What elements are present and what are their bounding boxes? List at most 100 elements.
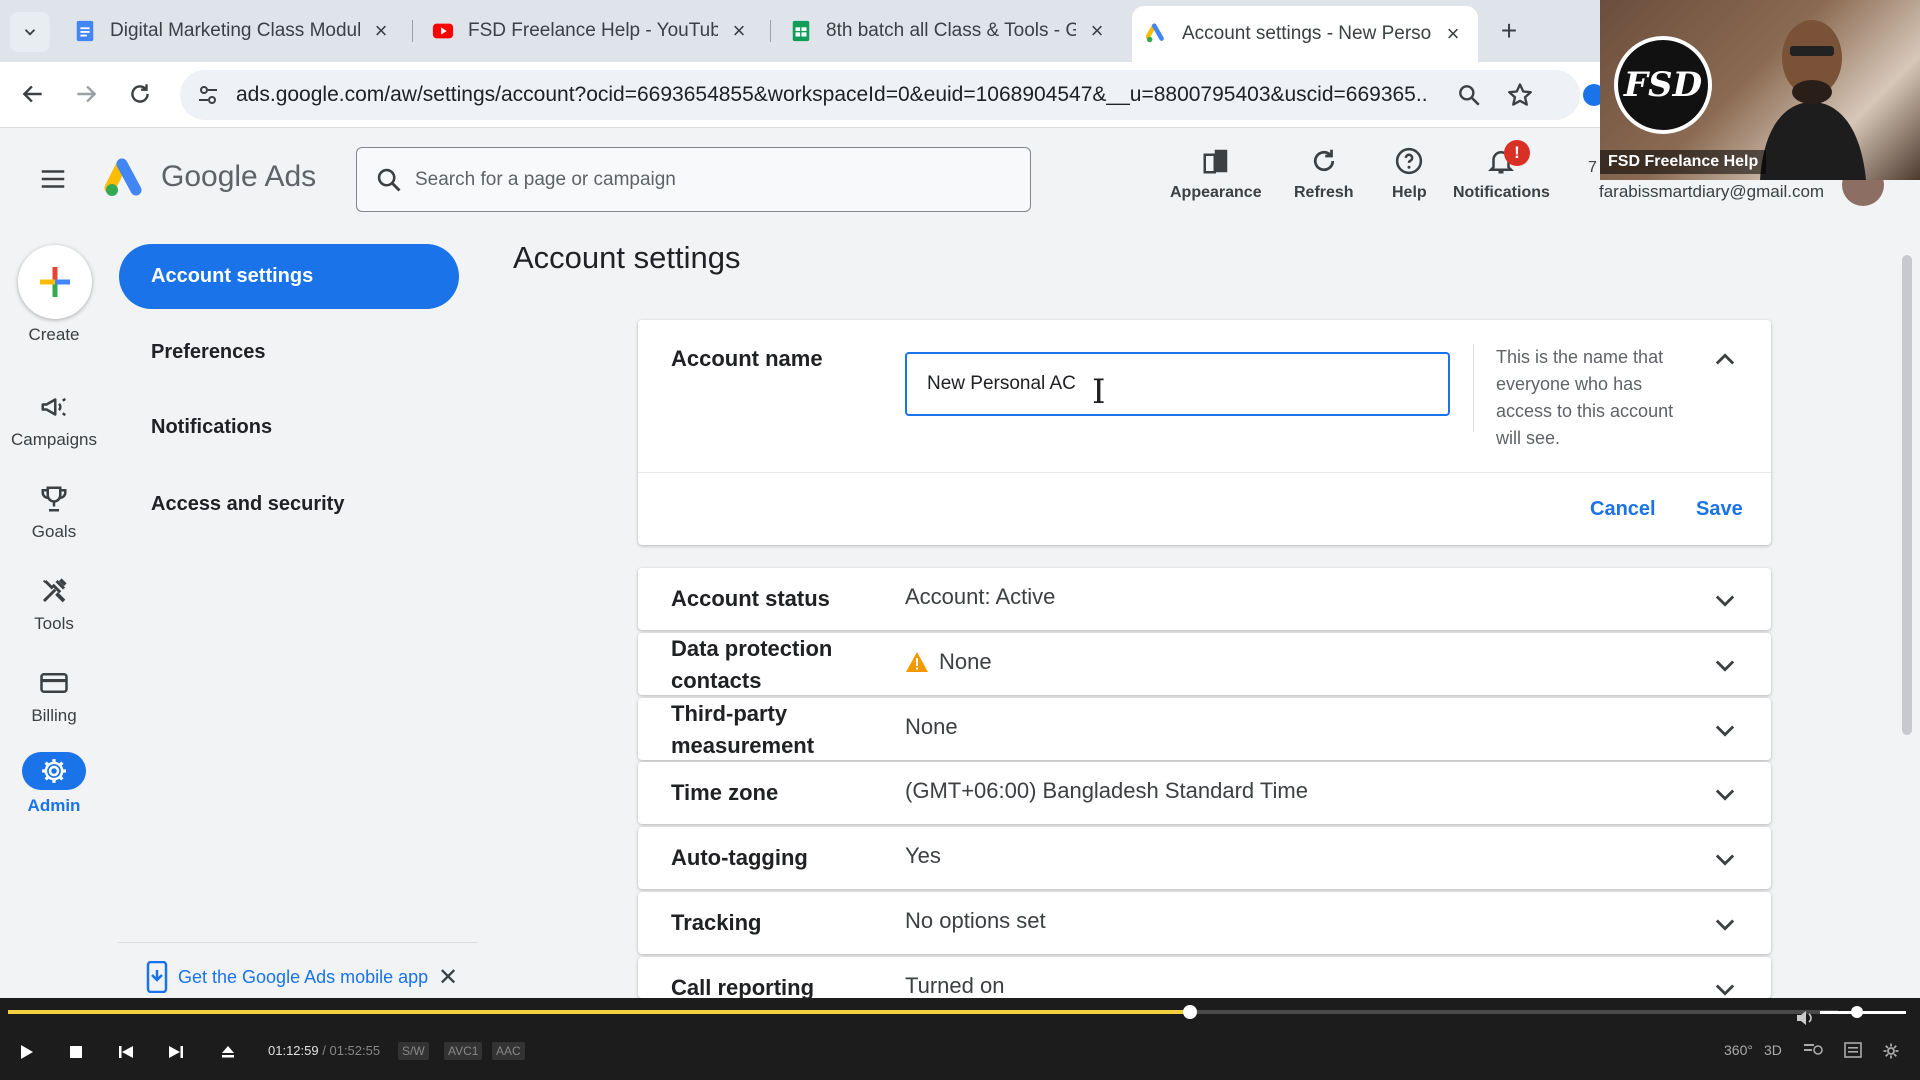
chevron-down-icon[interactable] [1711,651,1739,679]
stop-icon [70,1046,82,1058]
chevron-down-icon[interactable] [1711,586,1739,614]
setting-row-tracking[interactable]: Tracking No options set [638,892,1771,954]
account-email[interactable]: farabissmartdiary@gmail.com [1599,182,1824,202]
bookmark-star-icon[interactable] [1506,81,1534,109]
volume-slider[interactable] [1820,1011,1906,1014]
forward-button[interactable] [66,74,106,114]
rail-item-goals[interactable]: Goals [0,482,108,542]
setting-row-data-protection[interactable]: Data protection contacts None [638,633,1771,695]
rail-item-campaigns[interactable]: Campaigns [0,390,108,450]
chevron-down-icon[interactable] [1711,975,1739,998]
page-search-box[interactable]: Search for a page or campaign [356,147,1031,212]
tab-title: FSD Freelance Help - YouTube [468,20,718,41]
codec-tag: S/W [398,1042,429,1060]
chevron-down-icon[interactable] [1711,716,1739,744]
address-bar[interactable]: ads.google.com/aw/settings/account?ocid=… [180,70,1580,120]
setting-row-third-party[interactable]: Third-party measurement None [638,698,1771,760]
rail-item-tools[interactable]: Tools [0,574,108,634]
url-text: ads.google.com/aw/settings/account?ocid=… [236,83,1426,106]
gear-icon [42,759,66,783]
setting-label: Account status [671,586,830,611]
tab-separator [412,20,413,42]
cancel-button[interactable]: Cancel [1590,498,1656,521]
seek-handle[interactable] [1183,1005,1198,1019]
hamburger-menu-icon[interactable] [38,164,68,194]
playlist-icon[interactable] [1844,1042,1862,1058]
new-tab-button[interactable]: + [1492,14,1526,48]
google-ads-icon [1146,23,1164,43]
help-button[interactable]: Help [1392,144,1427,202]
notifications-label: Notifications [1453,184,1550,201]
scrollbar[interactable] [1902,255,1912,735]
close-icon[interactable]: × [1086,18,1108,43]
next-button[interactable] [164,1040,188,1064]
webcam-overlay: FSD FSD Freelance Help [1600,0,1920,180]
site-settings-icon[interactable] [196,83,220,107]
tab-title: Account settings - New Persona [1182,23,1432,44]
refresh-icon [1313,149,1334,172]
account-name-panel: Account name I This is the name that eve… [638,320,1771,545]
setting-row-time-zone[interactable]: Time zone (GMT+06:00) Bangladesh Standar… [638,762,1771,824]
tab-sheets[interactable]: 8th batch all Class & Tools - Go × [776,9,1122,53]
tab-docs[interactable]: Digital Marketing Class Module × [60,9,406,53]
close-icon[interactable]: × [1442,21,1464,46]
create-button[interactable] [18,245,92,319]
settings-gear-icon[interactable] [1882,1042,1900,1060]
seek-bar[interactable] [8,1005,1838,1019]
refresh-button[interactable]: Refresh [1294,144,1354,202]
account-name-input[interactable] [905,352,1450,416]
tab-search-button[interactable] [10,12,50,52]
setting-value: (GMT+06:00) Bangladesh Standard Time [905,778,1308,803]
setting-label: Third-party measurement [671,701,815,758]
tools-icon [42,578,67,603]
stop-button[interactable] [64,1040,88,1064]
appearance-button[interactable]: Appearance [1170,144,1262,202]
volume-handle[interactable] [1850,1006,1863,1018]
chevron-down-icon[interactable] [1711,780,1739,808]
chevron-down-icon[interactable] [1711,845,1739,873]
zoom-icon[interactable] [1456,82,1482,108]
previous-button[interactable] [114,1040,138,1064]
zoom-video-icon[interactable] [1804,1042,1824,1058]
volume-icon[interactable] [1796,1010,1814,1026]
product-name-ads: Ads [264,160,317,193]
reload-button[interactable] [120,74,160,114]
subnav-item-account-settings[interactable]: Account settings [119,244,459,309]
chevron-down-icon[interactable] [1711,910,1739,938]
setting-value: Account: Active [905,584,1056,609]
playback-time: 01:12:59 / 01:52:55 [268,1043,380,1058]
save-button[interactable]: Save [1696,498,1743,521]
subnav-item-notifications[interactable]: Notifications [151,416,272,439]
subnav-item-access-security[interactable]: Access and security [151,493,344,516]
codec-tag: AVC1 [444,1042,483,1060]
arrow-right-icon [77,85,97,103]
account-name-help: This is the name that everyone who has a… [1496,347,1674,448]
video-player-controls: 01:12:59 / 01:52:55 S/W AVC1 AAC [0,998,1920,1080]
close-icon[interactable]: ✕ [438,963,458,992]
setting-row-auto-tagging[interactable]: Auto-tagging Yes [638,827,1771,889]
play-icon [21,1045,33,1059]
notifications-button[interactable]: Notifications [1453,144,1550,202]
setting-row-call-reporting[interactable]: Call reporting Turned on [638,957,1771,998]
close-icon[interactable]: × [728,18,750,43]
tab-youtube[interactable]: FSD Freelance Help - YouTube × [418,9,764,53]
play-button[interactable] [14,1040,38,1064]
help-icon [1396,147,1423,175]
codec-tag: AAC [492,1042,525,1060]
back-button[interactable] [13,74,53,114]
subnav-item-preferences[interactable]: Preferences [151,341,266,364]
3d-toggle[interactable]: 3D [1764,1042,1782,1058]
rail-item-billing[interactable]: Billing [0,666,108,726]
trophy-icon [41,486,67,512]
rail-item-label: Campaigns [11,430,97,449]
mobile-app-link[interactable]: Get the Google Ads mobile app [178,967,428,988]
tab-google-ads[interactable]: Account settings - New Persona × [1132,6,1478,62]
eject-button[interactable] [216,1040,240,1064]
setting-row-account-status[interactable]: Account status Account: Active [638,568,1771,630]
chevron-up-icon[interactable] [1711,346,1739,374]
360-toggle[interactable]: 360° [1724,1042,1753,1058]
close-icon[interactable]: × [370,18,392,43]
rail-item-admin[interactable]: Admin [0,752,108,816]
tab-separator [770,20,771,42]
rail-item-label: Billing [31,706,77,725]
